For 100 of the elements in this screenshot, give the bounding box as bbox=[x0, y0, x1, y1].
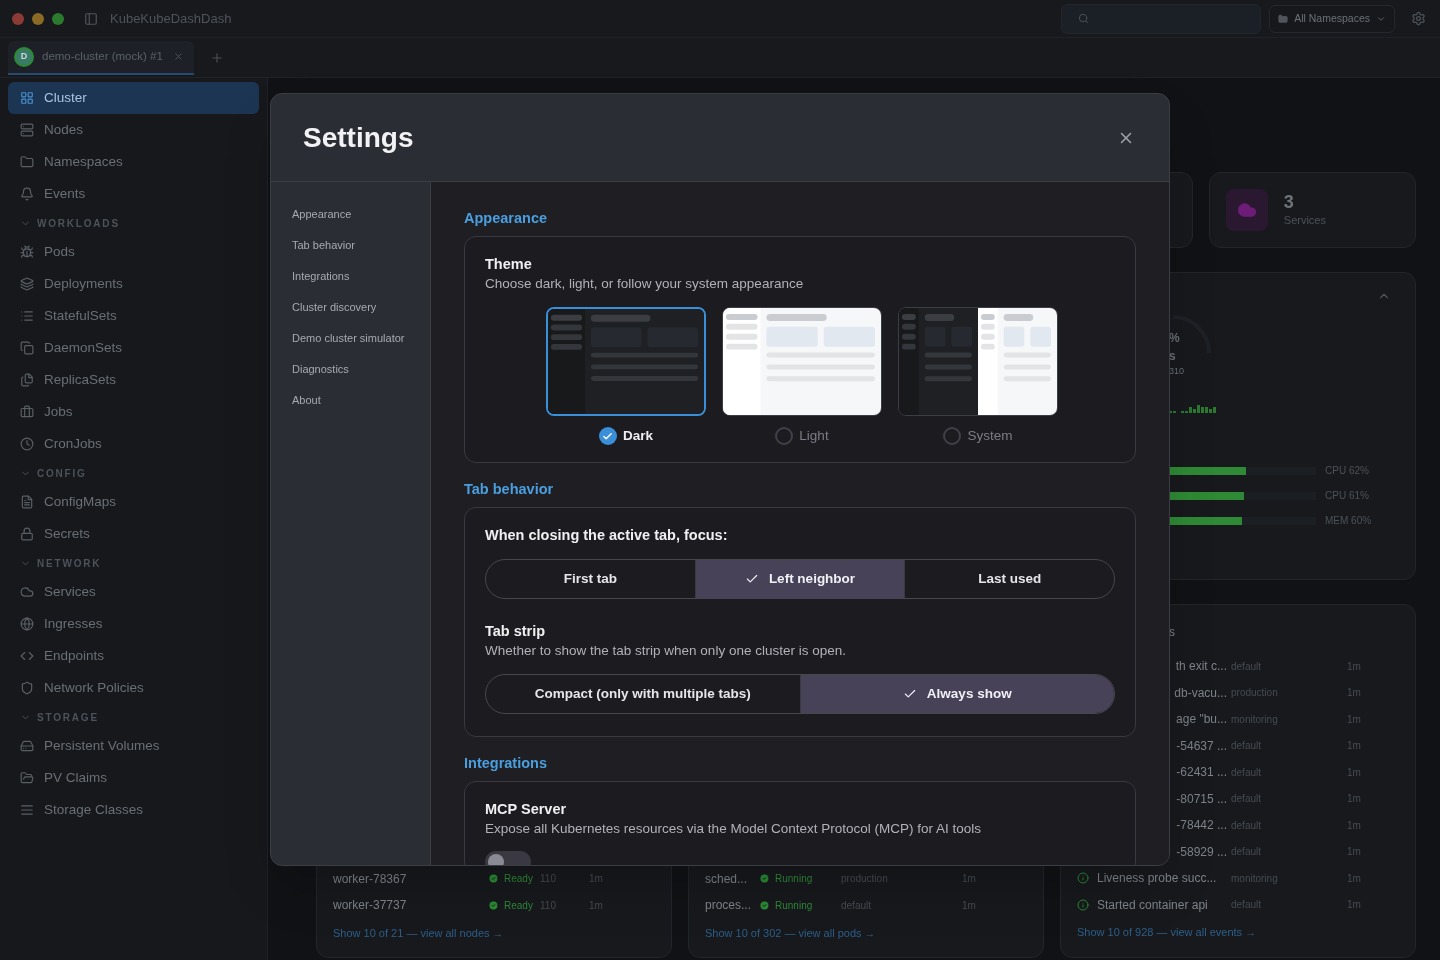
sidebar-toggle-icon[interactable] bbox=[84, 11, 98, 26]
cluster-tab[interactable]: D demo-cluster (mock) #1 bbox=[8, 40, 194, 75]
cloud-icon bbox=[20, 585, 34, 599]
grid-icon bbox=[20, 91, 34, 105]
sidebar-item[interactable]: Events bbox=[8, 178, 259, 210]
section-heading: Tab behavior bbox=[464, 481, 554, 498]
stat-label: Services bbox=[1283, 212, 1326, 228]
radio-label: Dark bbox=[623, 427, 653, 445]
status-text: Ready bbox=[504, 872, 533, 887]
sidebar-item[interactable]: Services bbox=[8, 576, 259, 608]
sidebar-section-header[interactable]: CONFIG bbox=[0, 460, 267, 486]
code-icon bbox=[20, 649, 34, 663]
event-message: age "bu... bbox=[1175, 711, 1227, 729]
bell-icon bbox=[20, 187, 34, 201]
sidebar-item[interactable]: StatefulSets bbox=[8, 300, 259, 332]
sidebar-item[interactable]: Jobs bbox=[8, 396, 259, 428]
status-text: Running bbox=[775, 872, 813, 887]
event-message: -80715 ... bbox=[1175, 790, 1227, 808]
check-circle-icon bbox=[759, 873, 770, 885]
settings-nav-item[interactable]: Appearance bbox=[292, 206, 409, 223]
check-circle-icon bbox=[488, 899, 499, 911]
sidebar-item[interactable]: Pods bbox=[8, 236, 259, 268]
settings-nav-item[interactable]: Cluster discovery bbox=[292, 299, 409, 316]
search-icon bbox=[1078, 13, 1090, 24]
layers-icon bbox=[20, 277, 34, 291]
folder-icon bbox=[20, 155, 34, 169]
settings-nav-item[interactable]: Tab behavior bbox=[292, 237, 409, 254]
settings-nav-item[interactable]: Diagnostics bbox=[292, 361, 409, 378]
namespace-dropdown[interactable]: All Namespaces bbox=[1269, 4, 1395, 33]
theme-preview[interactable] bbox=[898, 307, 1058, 416]
sidebar-item[interactable]: Cluster bbox=[8, 82, 259, 114]
file-icon bbox=[20, 495, 34, 509]
list-icon bbox=[20, 309, 34, 323]
view-all-link[interactable]: Show 10 of 928 — view all events → bbox=[1077, 924, 1399, 941]
check-circle-icon bbox=[759, 899, 770, 911]
usage-label: CPU 61% bbox=[1325, 489, 1369, 503]
segment-option[interactable]: Compact (only with multiple tabs) bbox=[486, 675, 800, 714]
view-all-link[interactable]: Show 10 of 302 — view all pods → bbox=[705, 924, 1027, 941]
sidebar-section-header[interactable]: STORAGE bbox=[0, 704, 267, 730]
theme-preview[interactable] bbox=[722, 307, 882, 416]
stat-value: 3 bbox=[1283, 191, 1295, 212]
segment-option[interactable]: Always show bbox=[799, 675, 1114, 714]
sidebar-item[interactable]: CronJobs bbox=[8, 428, 259, 460]
radio-button[interactable] bbox=[775, 427, 794, 446]
setting-description: Choose dark, light, or follow your system appearance bbox=[485, 275, 805, 293]
new-tab-icon[interactable] bbox=[210, 50, 224, 65]
settings-nav-item[interactable]: Demo cluster simulator bbox=[292, 330, 409, 347]
sidebar-item[interactable]: ReplicaSets bbox=[8, 364, 259, 396]
table-cell-text: worker-37737 bbox=[333, 897, 408, 915]
section-heading: Appearance bbox=[464, 209, 548, 228]
table-cell-text: proces... bbox=[705, 897, 753, 915]
sidebar-item[interactable]: Storage Classes bbox=[8, 794, 259, 826]
sidebar-item[interactable]: DaemonSets bbox=[8, 332, 259, 364]
close-window-button[interactable] bbox=[12, 12, 24, 25]
sidebar-item[interactable]: ConfigMaps bbox=[8, 486, 259, 518]
search-field[interactable] bbox=[1061, 3, 1262, 34]
window-title: KubeKubeDashDash bbox=[110, 9, 232, 28]
section-heading: Integrations bbox=[464, 755, 547, 772]
setting-title: Tab strip bbox=[485, 622, 547, 642]
sidebar-item[interactable]: PV Claims bbox=[8, 762, 259, 794]
segment-option[interactable]: Last used bbox=[904, 560, 1114, 599]
sidebar-section-header[interactable]: WORKLOADS bbox=[0, 210, 267, 236]
copy-icon bbox=[20, 341, 34, 355]
sidebar-section-header[interactable]: NETWORK bbox=[0, 550, 267, 576]
briefcase-icon bbox=[20, 405, 34, 419]
table-cell-text: sched... bbox=[705, 870, 749, 888]
globe-icon bbox=[20, 617, 34, 631]
radio-button[interactable] bbox=[943, 427, 962, 446]
folder-icon bbox=[20, 771, 34, 785]
settings-nav-item[interactable]: Integrations bbox=[292, 268, 409, 285]
sidebar-item[interactable]: Namespaces bbox=[8, 146, 259, 178]
segment-option[interactable]: First tab bbox=[486, 560, 695, 599]
info-icon bbox=[1077, 898, 1089, 911]
sidebar-item[interactable]: Endpoints bbox=[8, 640, 259, 672]
gauge-text: % bbox=[1169, 330, 1181, 347]
sidebar-item[interactable]: Nodes bbox=[8, 114, 259, 146]
sidebar-item[interactable]: Network Policies bbox=[8, 672, 259, 704]
sidebar-item[interactable]: Deployments bbox=[8, 268, 259, 300]
card-title: s bbox=[1169, 624, 1176, 641]
sidebar-item[interactable]: Ingresses bbox=[8, 608, 259, 640]
info-icon bbox=[1077, 872, 1089, 885]
setting-description: Whether to show the tab strip when only one cluster is open. bbox=[485, 642, 847, 661]
table-cell-text: worker-78367 bbox=[333, 870, 408, 888]
view-all-link[interactable]: Show 10 of 21 — view all nodes → bbox=[333, 924, 655, 941]
settings-nav-item[interactable]: About bbox=[292, 392, 409, 409]
cluster-avatar: D bbox=[14, 46, 34, 67]
radio-label: System bbox=[967, 427, 1013, 445]
segment-option[interactable]: Left neighbor bbox=[694, 560, 905, 599]
check-circle-icon bbox=[488, 873, 499, 885]
event-message: db-vacu... bbox=[1173, 684, 1227, 702]
minimize-window-button[interactable] bbox=[32, 12, 44, 25]
setting-title: MCP Server bbox=[485, 800, 568, 820]
sidebar-item[interactable]: Secrets bbox=[8, 518, 259, 550]
radio-label: Light bbox=[799, 427, 829, 445]
lock-icon bbox=[20, 527, 34, 541]
event-message: Liveness probe succ... bbox=[1097, 870, 1218, 888]
sidebar-item[interactable]: Persistent Volumes bbox=[8, 730, 259, 762]
radio-button[interactable] bbox=[599, 427, 617, 446]
zoom-window-button[interactable] bbox=[52, 12, 64, 25]
settings-icon[interactable] bbox=[1411, 11, 1426, 26]
